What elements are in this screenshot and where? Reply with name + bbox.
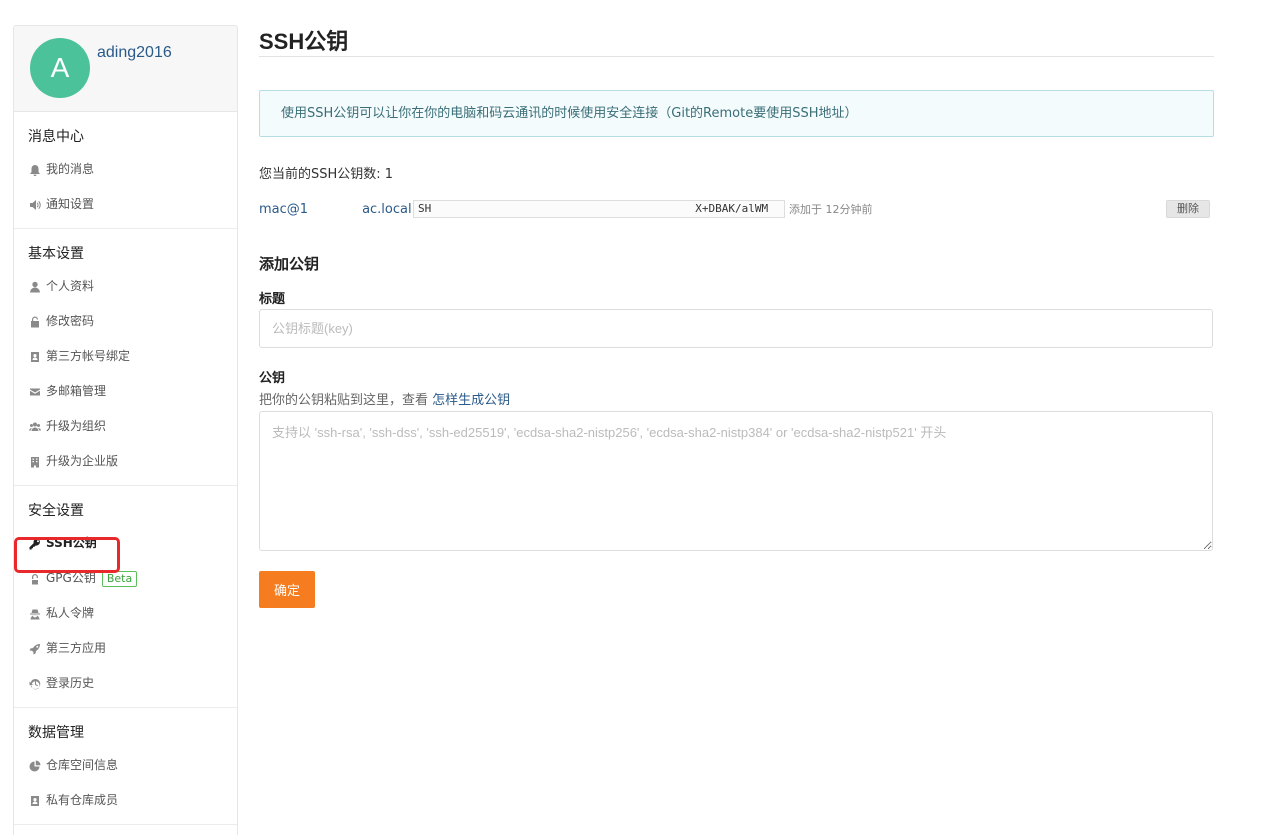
sidebar-section: 基本设置个人资料修改密码第三方帐号绑定 多邮箱管理升级为组织升级为企业版 [14,229,237,486]
user-icon [28,280,42,294]
avatar[interactable]: A [30,38,90,98]
contact-icon [28,350,42,364]
key-label: 公钥 [259,371,286,386]
submit-button[interactable]: 确定 [259,571,315,608]
sidebar-item-label: GPG公钥 [46,571,96,585]
history-icon [28,677,42,691]
sidebar-item-label: SSH公钥 [46,536,97,550]
rocket-icon [28,642,42,656]
info-alert: 使用SSH公钥可以让你在你的电脑和码云通讯的时候使用安全连接（Git的Remot… [259,90,1214,137]
sidebar-item[interactable]: 升级为企业版 [14,444,237,479]
page-title: SSH公钥 [259,0,1214,57]
sidebar-item-label: 仓库空间信息 [46,758,119,772]
key-added-time: 添加于 12分钟前 [789,203,873,216]
key-row: mac@1 ac.local SH X+DBAK/alWM 添加于 12分钟前 删除 [259,199,1214,219]
sidebar-section-title: 数据管理 [28,725,84,741]
sidebar-item-label: 第三方帐号绑定 [46,349,131,363]
sidebar-item[interactable]: GPG公钥 Beta [14,561,237,596]
sidebar-item[interactable]: SSH公钥 [14,526,237,561]
bell-icon [28,163,42,177]
title-label: 标题 [259,292,286,307]
speaker-icon [28,198,42,212]
key-title-input[interactable] [259,309,1213,348]
main-content: SSH公钥 使用SSH公钥可以让你在你的电脑和码云通讯的时候使用安全连接（Git… [259,0,1214,608]
how-to-generate-link[interactable]: 怎样生成公钥 [432,393,510,408]
sidebar-section: 消息中心我的消息通知设置 [14,112,237,229]
pie-chart-icon [28,759,42,773]
delete-key-button[interactable]: 删除 [1166,200,1210,218]
users-icon [28,420,42,434]
hint-text: 把你的公钥粘贴到这里，查看 [259,393,433,408]
unlock-icon [28,315,42,329]
sidebar-item[interactable]: 私有仓库成员 [14,783,237,818]
sidebar-sections: 消息中心我的消息通知设置基本设置个人资料修改密码第三方帐号绑定 多邮箱管理升级为组… [14,112,237,825]
sidebar-item-label: 私人令牌 [46,606,95,620]
gpg-icon [28,572,42,586]
key-textarea[interactable] [259,411,1213,551]
sidebar-section: 数据管理仓库空间信息 私有仓库成员 [14,708,237,825]
sidebar-item[interactable]: 第三方帐号绑定 [14,339,237,374]
contact-icon [28,794,42,808]
sidebar-item[interactable]: 升级为组织 [14,409,237,444]
sidebar-item[interactable]: 仓库空间信息 [14,748,237,783]
sidebar-item-label: 修改密码 [46,314,95,328]
sidebar-item[interactable]: 登录历史 [14,666,237,701]
sidebar-item-label: 升级为组织 [46,419,107,433]
sidebar-item[interactable]: 修改密码 [14,304,237,339]
sidebar-section-title: 基本设置 [28,246,84,262]
sidebar-item-label: 多邮箱管理 [46,384,107,398]
key-fingerprint: SH X+DBAK/alWM [413,200,785,218]
add-key-heading: 添加公钥 [259,255,320,273]
sidebar-item-label: 第三方应用 [46,641,107,655]
envelope-icon [28,385,42,399]
sidebar-item-label: 升级为企业版 [46,454,119,468]
key-icon [28,537,42,551]
sidebar-item-label: 通知设置 [46,197,95,211]
user-secret-icon [28,607,42,621]
sidebar-item[interactable]: 通知设置 [14,187,237,222]
sidebar-item[interactable]: 私人令牌 [14,596,237,631]
sidebar-item[interactable]: 第三方应用 [14,631,237,666]
building-icon [28,455,42,469]
sidebar-item[interactable]: 我的消息 [14,152,237,187]
sidebar-section: 安全设置 SSH公钥 GPG公钥 Beta 私人令牌第三方应用登录历史 [14,486,237,708]
sidebar-item-label: 个人资料 [46,279,95,293]
sidebar-section-title: 安全设置 [28,503,84,519]
beta-badge: Beta [101,570,138,587]
sidebar-item[interactable]: 多邮箱管理 [14,374,237,409]
sidebar-item-label: 私有仓库成员 [46,793,119,807]
sidebar-item[interactable]: 个人资料 [14,269,237,304]
sidebar-item-label: 我的消息 [46,162,95,176]
key-hint: 把你的公钥粘贴到这里，查看 怎样生成公钥 [259,389,1214,408]
profile-card: A ading2016 [14,26,237,112]
username-link[interactable]: ading2016 [97,44,172,62]
key-title[interactable]: mac@1 ac.local [259,202,413,217]
sidebar: A ading2016 消息中心我的消息通知设置基本设置个人资料修改密码第三方帐… [13,25,238,835]
sidebar-section-title: 消息中心 [28,129,84,145]
key-count: 您当前的SSH公钥数: 1 [259,167,394,182]
sidebar-item-label: 登录历史 [46,676,95,690]
